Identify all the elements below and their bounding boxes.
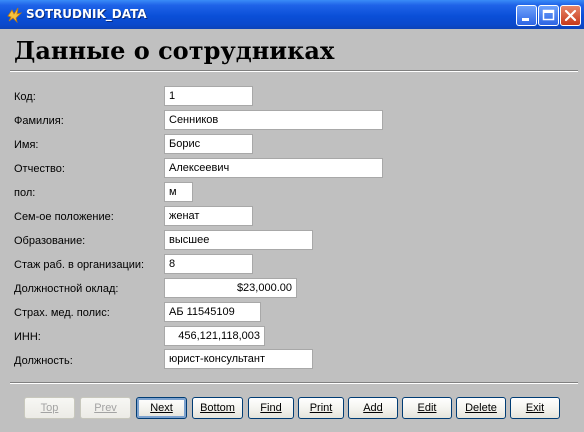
find-button[interactable]: Find <box>248 397 294 419</box>
salary-label: Должностной оклад: <box>14 283 119 295</box>
marital-status-field[interactable]: женат <box>164 206 253 226</box>
marital-status-label: Сем-ое положение: <box>14 211 114 223</box>
app-icon <box>7 7 22 23</box>
heading-divider <box>10 70 578 72</box>
prev-button[interactable]: Prev <box>80 397 131 419</box>
minimize-icon <box>522 18 529 21</box>
surname-label: Фамилия: <box>14 115 64 127</box>
insurance-policy-label: Страх. мед. полис: <box>14 307 110 319</box>
maximize-button[interactable] <box>538 5 559 26</box>
close-button[interactable] <box>560 5 581 26</box>
gender-label: пол: <box>14 187 36 199</box>
gender-field[interactable]: м <box>164 182 193 202</box>
inn-field[interactable]: 456,121,118,003 <box>164 326 265 346</box>
add-button[interactable]: Add <box>348 397 398 419</box>
code-label: Код: <box>14 91 36 103</box>
first-name-label: Имя: <box>14 139 39 151</box>
salary-field[interactable]: $23,000.00 <box>164 278 297 298</box>
patronymic-field[interactable]: Алексеевич <box>164 158 383 178</box>
footer-divider <box>10 382 578 384</box>
close-icon <box>564 9 577 22</box>
title-bar[interactable]: SOTRUDNIK_DATA <box>0 0 584 29</box>
insurance-policy-field[interactable]: АБ 11545109 <box>164 302 261 322</box>
exit-button[interactable]: Exit <box>510 397 560 419</box>
form-heading: Данные о сотрудниках <box>14 36 335 65</box>
patronymic-label: Отчество: <box>14 163 65 175</box>
window-title: SOTRUDNIK_DATA <box>26 7 147 21</box>
first-name-field[interactable]: Борис <box>164 134 253 154</box>
surname-field[interactable]: Сенников <box>164 110 383 130</box>
print-button[interactable]: Print <box>298 397 344 419</box>
maximize-icon <box>542 9 555 21</box>
delete-button[interactable]: Delete <box>456 397 506 419</box>
bottom-button[interactable]: Bottom <box>192 397 243 419</box>
minimize-button[interactable] <box>516 5 537 26</box>
inn-label: ИНН: <box>14 331 41 343</box>
next-button[interactable]: Next <box>136 397 187 419</box>
experience-field[interactable]: 8 <box>164 254 253 274</box>
position-label: Должность: <box>14 355 73 367</box>
edit-button[interactable]: Edit <box>402 397 452 419</box>
code-field[interactable]: 1 <box>164 86 253 106</box>
education-label: Образование: <box>14 235 86 247</box>
experience-label: Стаж раб. в организации: <box>14 259 145 271</box>
education-field[interactable]: высшее <box>164 230 313 250</box>
position-field[interactable]: юрист-консультант <box>164 349 313 369</box>
top-button[interactable]: Top <box>24 397 75 419</box>
